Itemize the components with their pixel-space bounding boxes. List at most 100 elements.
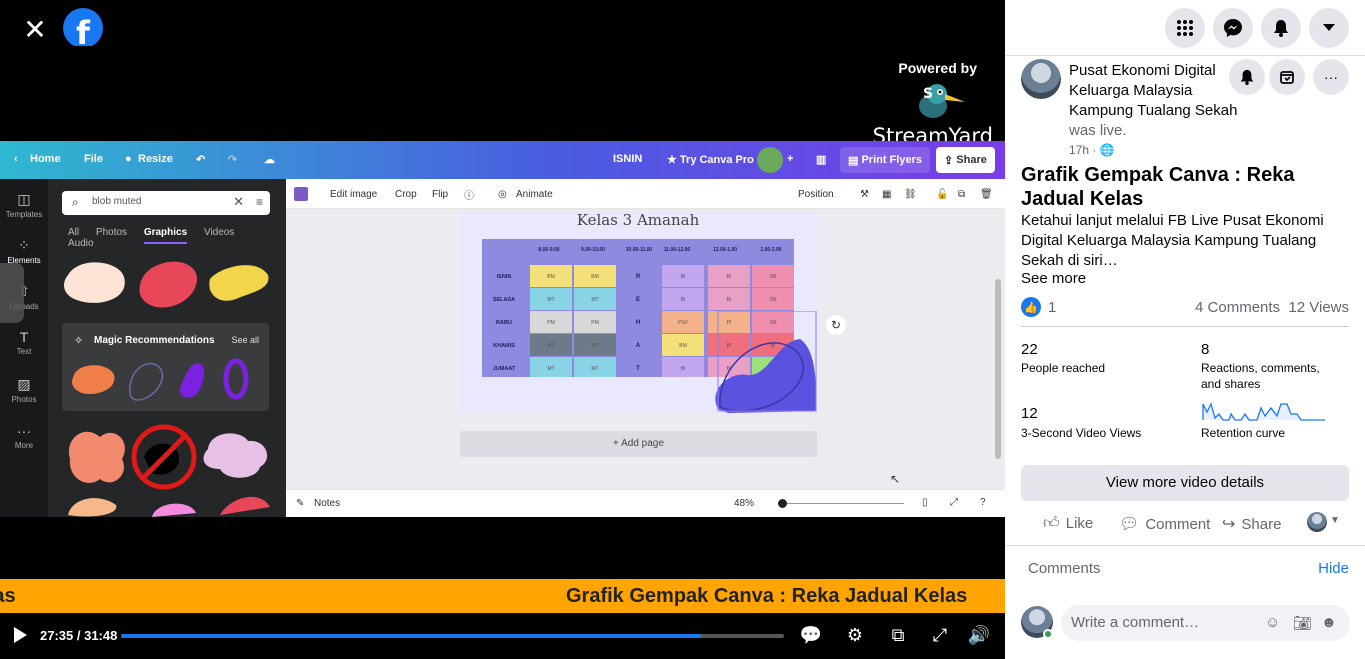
share-as-avatar[interactable]	[1307, 512, 1327, 532]
magic-title: Magic Recommendations	[94, 335, 215, 346]
timetable-cell-text: BM	[547, 274, 555, 280]
canva-screen: ‹ Home File ● Resize ↶ ↷ ☁ ISNIN ★ Try C…	[0, 141, 1005, 517]
close-icon[interactable]: ✕	[17, 11, 53, 47]
timetable-time-header: 9.00-10.00	[581, 247, 605, 253]
color-swatch	[294, 187, 308, 201]
comment-input[interactable]: Write a comment… ☺ 📷︎ ☻	[1061, 605, 1350, 641]
captions-icon[interactable]: 💬	[798, 622, 824, 648]
share-icon: ↪	[1222, 516, 1236, 533]
overlay-powered-by: Powered by	[898, 60, 977, 76]
link-icon: ⛓	[904, 189, 917, 200]
canva-search-value: blob muted	[92, 196, 142, 207]
settings-gear-icon[interactable]: ⚙	[842, 622, 868, 648]
blob-graphics-row-1	[64, 261, 269, 308]
timetable-cell-text: PM	[591, 320, 599, 326]
page-avatar[interactable]	[1021, 59, 1061, 99]
reaction-count[interactable]: 1	[1048, 299, 1056, 316]
fullscreen-canva-icon: ⤢	[950, 497, 958, 508]
title-ticker: al Kelas Grafik Gempak Canva : Reka Jadu…	[0, 579, 1005, 613]
play-icon[interactable]	[12, 626, 28, 644]
view-more-details-button[interactable]: View more video details	[1021, 465, 1349, 501]
stat-video-views-label: 3-Second Video Views	[1021, 426, 1142, 440]
timetable-cell-text: MT	[547, 343, 554, 349]
like-button[interactable]: 👍︎ Like	[1043, 514, 1093, 533]
templates-icon: ◫	[17, 191, 31, 207]
video-controls: 27:35 / 31:48 💬 ⚙ ⧉ ⤢ 🔊	[0, 613, 1005, 659]
emoji-icon[interactable]: ☺	[1265, 614, 1280, 631]
account-chevron-icon[interactable]	[1309, 8, 1349, 48]
comments-count[interactable]: 4 Comments	[1195, 299, 1280, 316]
progress-bar[interactable]	[121, 634, 784, 638]
timetable-cell-text: MT	[591, 297, 598, 303]
app-root: ✕ f Powered by S StreamYard ‹ Home File …	[0, 0, 1365, 659]
canva-search: ⌕ blob muted ✕ ≡	[62, 191, 270, 215]
timetable-cell-text: PM	[547, 320, 555, 326]
canva-avatar	[757, 147, 783, 173]
share-label: Share	[1241, 515, 1282, 533]
timetable-cell-text: SN	[770, 274, 777, 280]
trash-icon: 🗑	[980, 189, 993, 200]
like-label: Like	[1065, 515, 1094, 532]
picture-in-picture-icon[interactable]: ⧉	[885, 622, 911, 648]
bell-icon[interactable]	[1229, 59, 1265, 95]
notifications-bell-icon[interactable]	[1261, 8, 1301, 48]
canva-tabs: All Photos Graphics Videos Audio	[68, 227, 286, 249]
canva-tab-audio: Audio	[68, 238, 94, 249]
comment-button[interactable]: 💬︎ Comment	[1119, 514, 1210, 534]
blob-graphics-row-2	[68, 424, 270, 517]
side-more: ··· More	[0, 423, 48, 450]
hide-comments-link[interactable]: Hide	[1318, 560, 1349, 577]
design-title: Kelas 3 Amanah	[576, 211, 700, 229]
messenger-icon[interactable]	[1213, 8, 1253, 48]
magic-recommendations: ✧ Magic Recommendations See all	[62, 323, 269, 411]
timetable-day-label: JUMAAT	[493, 366, 516, 372]
camera-icon[interactable]: 📷︎	[1293, 614, 1312, 632]
comment-label: Comment	[1145, 515, 1211, 533]
share-as-chevron-icon[interactable]: ▼	[1330, 515, 1340, 526]
timetable-day-label: RABU	[496, 320, 512, 326]
timetable-time-header: 8.00-9.00	[538, 247, 559, 253]
search-icon: ⌕	[72, 195, 79, 209]
info-icon: ⓘ	[464, 191, 474, 202]
design-page: Kelas 3 Amanah 8.00-9.00 9.00-10.00 10.00-…	[458, 211, 846, 414]
share-button[interactable]: ↪ Share	[1222, 514, 1281, 534]
print-icon: ▤	[848, 154, 862, 167]
comment-placeholder: Write a comment…	[1071, 614, 1200, 631]
canva-tab-photos: Photos	[95, 227, 128, 238]
page-name-link[interactable]: Pusat Ekonomi Digital Keluarga Malaysia …	[1069, 62, 1237, 119]
stat-people-reached-value: 22	[1021, 341, 1038, 358]
like-reaction-icon[interactable]: 👍	[1021, 297, 1041, 317]
comments-header: Comments Hide	[1005, 545, 1365, 591]
video-frame[interactable]: Powered by S StreamYard ‹ Home File ● Re…	[0, 46, 1005, 579]
side-templates-label: Templates	[5, 210, 43, 219]
more-options-icon[interactable]: ···	[1313, 59, 1349, 95]
menu-grid-icon[interactable]	[1165, 8, 1205, 48]
rotate-icon: ↻	[826, 315, 846, 335]
timetable-cell-text: MT	[547, 366, 554, 372]
save-icon[interactable]	[1269, 59, 1305, 95]
redo-icon: ↷	[228, 154, 238, 166]
timetable-cell-text: MT	[547, 297, 554, 303]
timetable-day-label: KHAMIS	[493, 343, 515, 349]
post-description: Ketahui lanjut melalui FB Live Pusat Eko…	[1021, 212, 1324, 269]
timetable-cell-text: BI	[681, 366, 686, 372]
timetable-day-label: ISNIN	[497, 274, 512, 280]
sticker-icon[interactable]: ☻	[1321, 614, 1337, 631]
paint-icon: ⚒	[860, 189, 869, 200]
analytics-icon: ▥	[816, 154, 827, 166]
canva-workspace: Kelas 3 Amanah 8.00-9.00 9.00-10.00 10.00-…	[286, 209, 1005, 489]
facebook-logo[interactable]: f	[63, 8, 103, 48]
more-dots-icon: ···	[17, 423, 31, 439]
fullscreen-icon[interactable]: ⤢	[927, 622, 953, 648]
back-chevron-icon: ‹	[14, 153, 18, 165]
timetable-cell-text: PSV	[678, 320, 689, 326]
time-ago[interactable]: 17h	[1069, 143, 1089, 157]
volume-icon[interactable]: 🔊	[966, 622, 992, 648]
ticker-text-left: al Kelas	[0, 585, 16, 607]
animate-icon: ◎	[498, 189, 507, 200]
drag-handle-overlay	[0, 263, 24, 323]
transparency-icon: ▦	[882, 189, 892, 200]
was-live-text: was live.	[1069, 122, 1127, 139]
elements-icon: ⁘	[18, 237, 30, 253]
see-more-link[interactable]: See more	[1021, 270, 1086, 287]
